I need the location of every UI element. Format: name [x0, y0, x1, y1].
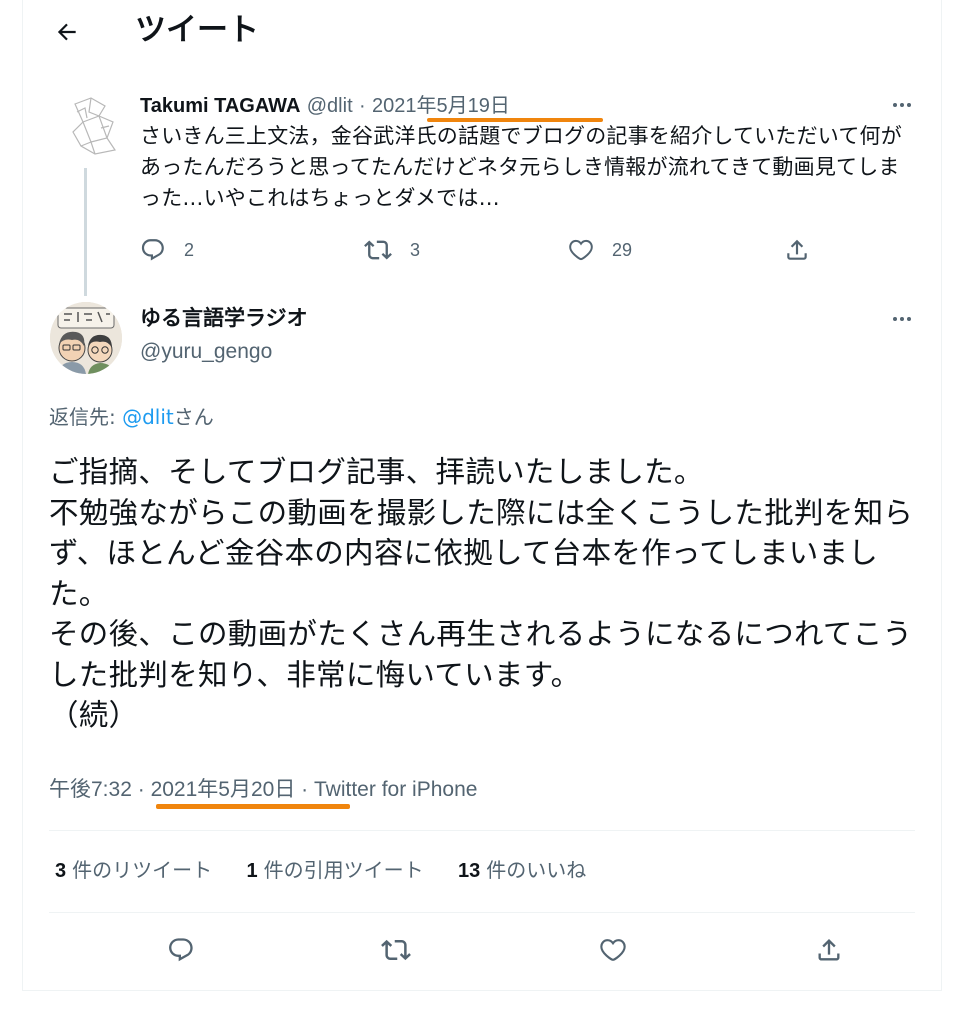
main-author-handle[interactable]: @yuru_gengo [140, 336, 272, 368]
main-retweet-button[interactable] [376, 930, 416, 970]
main-avatar[interactable] [50, 302, 122, 374]
tweet-date[interactable]: 2021年5月20日 [151, 778, 296, 801]
parent-tweet-text: さいきん三上文法，金谷武洋氏の話題でブログの記事を紹介していただいて何があったん… [140, 124, 902, 210]
retweets-label: 件のリツイート [72, 858, 213, 882]
parent-actions: 2 3 29 [140, 232, 830, 268]
like-icon [600, 939, 626, 961]
parent-author-handle[interactable]: @dlit [307, 95, 353, 117]
parent-retweet-button[interactable]: 3 [364, 232, 420, 268]
likes-count: 13 [457, 860, 481, 882]
page-title: ツイート [135, 12, 259, 48]
illustrated-avatar-image [50, 302, 122, 374]
like-icon [569, 239, 593, 261]
quotes-stat[interactable]: 1 件の引用ツイート [246, 854, 423, 887]
more-icon [893, 103, 911, 107]
reply-to-line: 返信先: @dlitさん [49, 402, 214, 432]
main-actions [49, 930, 915, 970]
retweets-count: 3 [55, 860, 67, 882]
more-icon [893, 317, 911, 321]
parent-retweet-count: 3 [410, 239, 421, 260]
separator-dot: · [137, 778, 145, 801]
reply-to-suffix: さん [173, 405, 214, 429]
reply-icon [141, 239, 164, 261]
parent-author-name[interactable]: Takumi TAGAWA [140, 95, 300, 117]
quotes-count: 1 [246, 860, 258, 882]
divider [49, 830, 915, 831]
parent-reply-count: 2 [184, 239, 195, 260]
divider [49, 912, 915, 913]
page-header: ツイート [23, 0, 941, 60]
thread-connector [84, 168, 87, 296]
date-highlight-underline [156, 804, 350, 809]
parent-share-button[interactable] [784, 232, 810, 268]
main-more-button[interactable] [885, 302, 919, 336]
back-button[interactable] [51, 16, 83, 48]
parent-more-button[interactable] [885, 88, 919, 122]
retweet-icon [381, 939, 411, 961]
tweet-time[interactable]: 午後7:32 [49, 778, 132, 801]
parent-avatar[interactable] [61, 92, 129, 160]
separator-dot: · [301, 778, 309, 801]
main-like-button[interactable] [593, 930, 633, 970]
quotes-label: 件の引用ツイート [263, 858, 424, 882]
sketch-avatar-image [72, 97, 116, 155]
reply-icon [169, 938, 193, 962]
retweet-icon [364, 240, 392, 260]
tweet-stats: 3 件のリツイート 1 件の引用ツイート 13 件のいいね [55, 854, 614, 887]
reply-to-prefix: 返信先: [49, 405, 123, 429]
main-reply-button[interactable] [161, 930, 201, 970]
tweet-source-link[interactable]: Twitter for iPhone [314, 778, 477, 801]
separator-dot: · [358, 95, 366, 117]
parent-like-count: 29 [612, 239, 633, 260]
main-share-button[interactable] [809, 930, 849, 970]
main-author-name[interactable]: ゆる言語学ラジオ [140, 302, 308, 334]
main-tweet-text: ご指摘、そしてブログ記事、拝読いたしました。 不勉強ながらこの動画を撮影した際に… [49, 455, 914, 732]
parent-tweet-date[interactable]: 2021年5月19日 [372, 95, 510, 117]
parent-reply-button[interactable]: 2 [140, 232, 194, 268]
tweet-meta: 午後7:32 · 2021年5月20日 · Twitter for iPhone [49, 774, 477, 806]
likes-stat[interactable]: 13 件のいいね [458, 854, 586, 887]
back-arrow-icon [57, 23, 76, 41]
reply-to-mention-link[interactable]: @dlit [122, 405, 174, 429]
retweets-stat[interactable]: 3 件のリツイート [55, 854, 212, 887]
parent-like-button[interactable]: 29 [568, 232, 632, 268]
share-icon [818, 939, 840, 961]
tweet-page: ツイート Takumi TAGAWA @dlit · 2021年5月19日 さい… [22, 0, 942, 991]
share-icon [787, 239, 807, 260]
likes-label: 件のいいね [486, 858, 587, 882]
